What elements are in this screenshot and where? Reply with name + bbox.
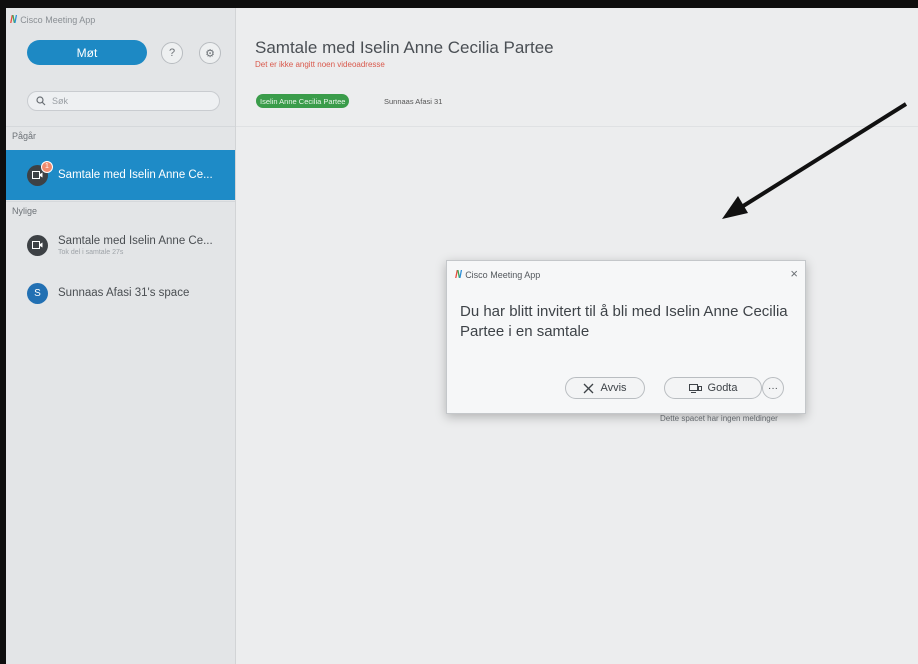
cisco-logo-icon: /\/ [10,14,17,26]
dialog-title: Cisco Meeting App [465,270,541,280]
conversation-header: Samtale med Iselin Anne Cecilia Partee D… [236,8,918,127]
invite-dialog: /\/ Cisco Meeting App × Du har blitt inv… [446,260,806,414]
empty-space-message: Dette spacet har ingen meldinger [660,414,778,423]
gear-icon: ⚙ [205,47,215,60]
avatar: S [27,282,48,304]
help-button[interactable]: ? [161,42,183,64]
more-icon: ··· [768,382,778,394]
meet-button[interactable]: Møt [27,40,147,65]
window-title: Cisco Meeting App [20,15,96,25]
conversation-title: Samtale med Iselin Anne Ce... [58,234,213,247]
conversation-subtitle: Tok del i samtale 27s [58,248,124,256]
section-recent-label: Nylige [12,205,38,216]
close-icon [583,383,594,393]
reject-button-label: Avvis [600,382,627,394]
avatar [27,234,48,256]
screen-bezel-top [0,0,918,8]
invite-message: Du har blitt invitert til å bli med Isel… [460,303,788,340]
video-address-warning: Det er ikke angitt noen videoadresse [255,60,385,69]
avatar: 1 [27,160,53,186]
video-device-icon [688,383,702,393]
dialog-header: /\/ Cisco Meeting App [455,267,540,283]
video-icon [32,171,43,179]
participant-chip[interactable]: Iselin Anne Cecilia Partee [256,94,350,108]
reject-button[interactable]: Avvis [565,377,645,399]
section-recent: Nylige [6,201,235,219]
close-icon[interactable]: × [790,266,798,281]
section-ongoing: Pågår [6,126,235,144]
conversation-title: Samtale med Iselin Anne Ce... [58,169,213,181]
section-ongoing-label: Pågår [12,130,37,141]
cisco-logo-icon: /\/ [455,269,462,281]
window-titlebar: /\/ Cisco Meeting App [10,12,95,28]
search-placeholder: Søk [52,96,69,106]
sidebar: /\/ Cisco Meeting App Møt ? ⚙ Søk Pågår … [6,8,236,664]
accept-button-label: Godta [707,382,738,394]
more-options-button[interactable]: ··· [762,377,784,399]
page-title: Samtale med Iselin Anne Cecilia Partee [255,38,554,57]
search-input[interactable]: Søk [27,91,220,111]
app-window: /\/ Cisco Meeting App Møt ? ⚙ Søk Pågår … [6,8,918,664]
space-title: Sunnaas Afasi 31's space [58,287,190,299]
video-icon [32,241,43,249]
participant-chip[interactable]: Sunnaas Afasi 31 [380,94,446,108]
space-item[interactable]: S Sunnaas Afasi 31's space [6,272,235,314]
accept-button[interactable]: Godta [664,377,762,399]
conversation-item-recent[interactable]: Samtale med Iselin Anne Ce... Tok del i … [6,224,235,266]
conversation-item-ongoing[interactable]: 1 Samtale med Iselin Anne Ce... [6,150,235,200]
meet-button-label: Møt [76,45,98,60]
settings-button[interactable]: ⚙ [199,42,221,64]
unread-badge: 1 [41,160,53,173]
search-icon [36,96,46,106]
question-circle-icon: ? [168,47,176,59]
avatar-letter: S [34,287,41,299]
